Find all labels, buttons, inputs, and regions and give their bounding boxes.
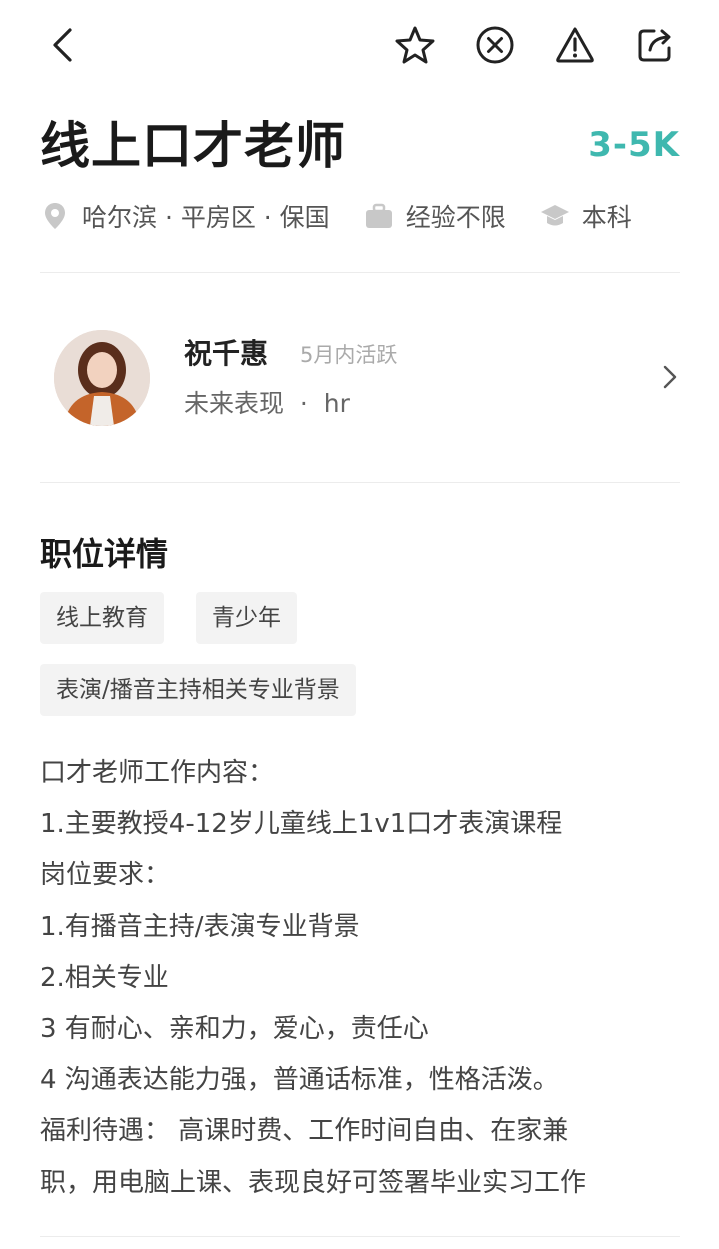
job-description: 口才老师工作内容： 1.主要教授4-12岁儿童线上1v1口才表演课程 岗位要求：…	[40, 748, 680, 1209]
back-button[interactable]	[40, 22, 86, 68]
favorite-button[interactable]	[392, 22, 438, 68]
job-meta: 哈尔滨 · 平房区 · 保国 经验不限 本科	[40, 192, 680, 240]
section-title: 职位详情	[40, 535, 169, 573]
tag: 青少年	[196, 592, 297, 644]
description-line: 1.有播音主持/表演专业背景	[40, 911, 360, 942]
description-line: 岗位要求：	[40, 860, 171, 891]
experience: 经验不限	[364, 198, 506, 234]
job-header: 线上口才老师 3-5K	[40, 110, 680, 182]
chevron-right-icon	[663, 365, 677, 389]
location-pin-icon	[45, 203, 65, 229]
recruiter-company: 未来表现 · hr	[184, 389, 350, 418]
description-line: 4 沟通表达能力强，普通话标准，性格活泼。	[40, 1065, 559, 1096]
description-line: 福利待遇： 高课时费、工作时间自由、在家兼	[40, 1116, 569, 1147]
description-line: 口才老师工作内容：	[40, 758, 275, 788]
divider	[40, 272, 680, 273]
tag: 表演/播音主持相关专业背景	[40, 664, 356, 716]
education-text: 本科	[581, 203, 632, 232]
location: 哈尔滨 · 平房区 · 保国	[40, 198, 330, 234]
warning-icon	[556, 27, 594, 63]
recruiter-active-status: 5月内活跃	[300, 343, 398, 367]
divider	[40, 482, 680, 483]
recruiter-card[interactable]: 祝千惠 5月内活跃 未来表现 · hr	[40, 318, 680, 436]
avatar-image	[54, 330, 150, 426]
share-icon	[638, 29, 671, 62]
close-circle-icon	[476, 26, 514, 64]
share-button[interactable]	[632, 22, 678, 68]
salary: 3-5K	[588, 125, 680, 165]
avatar	[54, 330, 150, 426]
divider	[40, 1236, 680, 1237]
description-line: 1.主要教授4-12岁儿童线上1v1口才表演课程	[40, 809, 563, 840]
description-line: 2.相关专业	[40, 962, 169, 993]
top-bar	[0, 0, 719, 96]
location-text: 哈尔滨 · 平房区 · 保国	[82, 203, 330, 232]
education: 本科	[540, 198, 632, 234]
description-line: 职，用电脑上课、表现良好可签署毕业实习工作	[40, 1167, 587, 1198]
not-interested-button[interactable]	[472, 22, 518, 68]
job-title: 线上口才老师	[40, 117, 346, 175]
briefcase-icon	[365, 203, 392, 228]
report-button[interactable]	[552, 22, 598, 68]
star-icon	[395, 26, 435, 64]
tag: 线上教育	[40, 592, 164, 644]
graduation-cap-icon	[540, 205, 569, 226]
description-line: 3 有耐心、亲和力，爱心，责任心	[40, 1014, 429, 1045]
chevron-left-icon	[53, 28, 72, 62]
experience-text: 经验不限	[405, 203, 506, 232]
recruiter-name: 祝千惠	[184, 337, 269, 370]
